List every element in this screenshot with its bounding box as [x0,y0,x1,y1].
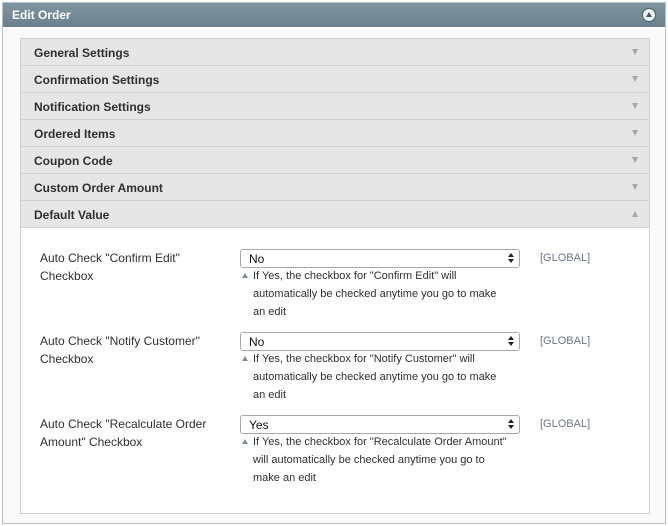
field-note: If Yes, the checkbox for "Notify Custome… [239,350,509,404]
collapse-up-icon[interactable] [642,8,656,22]
section-custom-order-amount[interactable]: Custom Order Amount [21,174,649,201]
section-label: Custom Order Amount [34,181,163,195]
settings-panel: General Settings Confirmation Settings N… [20,38,650,514]
scope-label: [GLOBAL] [540,335,591,347]
edit-order-box: Edit Order General Settings Confirmation… [2,2,666,524]
select-arrows-icon [508,253,514,264]
select-arrows-icon [508,336,514,347]
scope-label: [GLOBAL] [540,252,591,264]
note-arrow-icon [242,356,248,361]
section-coupon-code[interactable]: Coupon Code [21,147,649,174]
section-notification-settings[interactable]: Notification Settings [21,93,649,120]
chevron-down-icon [632,130,638,136]
field-label-confirm-edit: Auto Check "Confirm Edit" Checkbox [40,251,180,283]
section-label: Ordered Items [34,127,116,141]
field-label-recalculate-order-amount: Auto Check "Recalculate Order Amount" Ch… [40,417,207,449]
select-arrows-icon [508,419,514,430]
field-note: If Yes, the checkbox for "Confirm Edit" … [239,267,509,321]
section-label: Coupon Code [34,154,113,168]
select-value: Yes [249,418,269,432]
section-label: Notification Settings [34,100,151,114]
chevron-down-icon [632,76,638,82]
scope-label: [GLOBAL] [540,418,591,430]
chevron-down-icon [632,184,638,190]
section-label: General Settings [34,46,130,60]
chevron-down-icon [632,49,638,55]
section-general-settings[interactable]: General Settings [21,39,649,66]
select-value: No [249,252,265,266]
note-arrow-icon [242,439,248,444]
note-text: If Yes, the checkbox for "Notify Custome… [253,353,497,401]
box-header[interactable]: Edit Order [3,3,665,27]
field-label-notify-customer: Auto Check "Notify Customer" Checkbox [40,334,200,366]
note-text: If Yes, the checkbox for "Confirm Edit" … [253,270,497,318]
confirm-edit-select[interactable]: No [240,249,520,268]
section-confirmation-settings[interactable]: Confirmation Settings [21,66,649,93]
section-default-value[interactable]: Default Value [21,201,649,228]
note-arrow-icon [242,273,248,278]
chevron-down-icon [632,103,638,109]
section-label: Default Value [34,208,110,222]
chevron-up-icon [632,211,638,217]
field-note: If Yes, the checkbox for "Recalculate Or… [239,433,509,487]
section-label: Confirmation Settings [34,73,160,87]
select-value: No [249,335,265,349]
notify-customer-select[interactable]: No [240,332,520,351]
box-title: Edit Order [12,8,71,22]
section-ordered-items[interactable]: Ordered Items [21,120,649,147]
note-text: If Yes, the checkbox for "Recalculate Or… [253,436,507,484]
chevron-down-icon [632,157,638,163]
recalculate-order-amount-select[interactable]: Yes [240,415,520,434]
